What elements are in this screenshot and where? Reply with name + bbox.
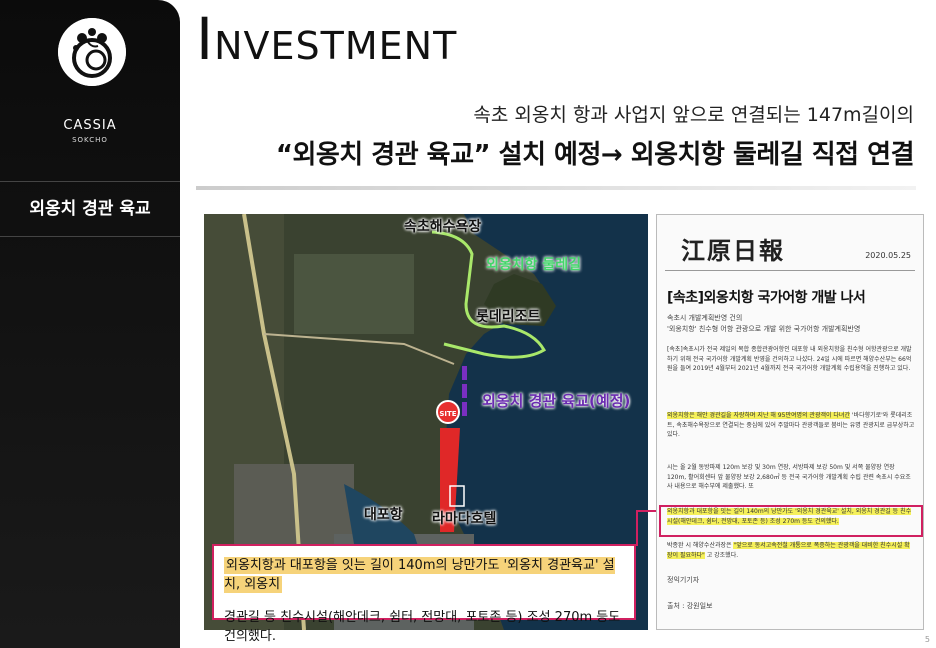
map-label-beach: 속초해수욕장 [404,219,482,235]
brand-sub: SOKCHO [72,136,108,144]
newspaper-clipping: 江原日報 2020.05.25 [속초]외옹치항 국가어항 개발 나서 속초시 … [656,214,924,630]
newspaper-masthead: 江原日報 [681,236,785,265]
site-marker-icon: SITE [436,400,460,424]
cassia-logo [58,18,126,86]
map-label-bridge: 외옹치 경관 육교(예정) [482,392,631,410]
newspaper-sub-2: '외옹치항' 친수형 어항 관광으로 개발 위한 국가어항 개발계획반영 [667,325,861,333]
newspaper-sub-1: 속초시 개발계획반영 건의 [667,314,743,322]
newspaper-para-2: 외옹치항은 해안 경관길을 자랑하며 지난 해 95만여명의 관광객이 다녀간 … [667,411,915,440]
title-rest: NVESTMENT [214,24,458,68]
callout-line-2: 경관길 등 친수시설(해안데크, 쉼터, 전망대, 포토존 등) 조성 270m… [224,610,621,644]
brand-name: CASSIA [63,118,117,133]
sidebar-divider [0,181,180,182]
map-label-resort: 롯데리조트 [476,309,541,325]
map-label-trail: 외옹치항 둘레길 [486,257,582,273]
sidebar-item-bridge[interactable]: 외옹치 경관 육교 [0,192,180,226]
header-rule [196,186,916,190]
callout-box: 외옹치항과 대포항을 잇는 길이 140m의 낭만가도 '외옹치 경관육교' 설… [212,544,636,644]
page-title: INVESTMENT [196,10,457,68]
newspaper-highlight-box [659,505,923,537]
callout-connector [636,510,658,546]
newspaper-para-1: [속초]속초시가 전국 제일의 복합 종합관광어항인 대포항 내 외옹치항을 친… [667,346,912,372]
newspaper-para-3: 시는 올 2월 동방파제 120m 보강 및 30m 연장, 서방파제 보강 5… [667,464,911,490]
title-initial: I [196,5,215,73]
newspaper-reporter: 정익기기자 [667,576,700,584]
newspaper-para-5-end: 고 강조했다. [706,551,739,559]
subtitle-line-2: “외옹치 경관 육교” 설치 예정→ 외옹치항 둘레길 직접 연결 [275,140,915,170]
newspaper-source: 출처 : 강원일보 [667,602,713,610]
newspaper-subhead: 속초시 개발계획반영 건의 '외옹치항' 친수형 어항 관광으로 개발 위한 국… [667,313,917,335]
subtitle-line-1: 속초 외옹치 항과 사업지 앞으로 연결되는 147m길이의 [473,104,914,126]
sidebar-divider [0,236,180,237]
map-label-daepo: 대포항 [364,507,403,523]
sidebar: CASSIA SOKCHO 외옹치 경관 육교 [0,0,180,648]
callout-line-1: 외옹치항과 대포항을 잇는 길이 140m의 낭만가도 '외옹치 경관육교' 설… [224,557,615,593]
newspaper-para-2-highlight: 외옹치항은 해안 경관길을 자랑하며 지난 해 95만여명의 관광객이 다녀간 [667,412,850,419]
newspaper-para-5-text: 박종완 시 해양수산과장은 [667,542,732,549]
newspaper-para-5: 박종완 시 해양수산과장은 "앞으로 동서고속전철 개통으로 폭증하는 관광객을… [667,541,915,560]
map-label-ramada: 라마다호텔 [432,511,497,527]
page-number: 5 [924,635,930,644]
newspaper-date: 2020.05.25 [865,251,911,260]
newspaper-headline: [속초]외옹치항 국가어항 개발 나서 [667,290,866,306]
newspaper-rule [665,270,915,271]
